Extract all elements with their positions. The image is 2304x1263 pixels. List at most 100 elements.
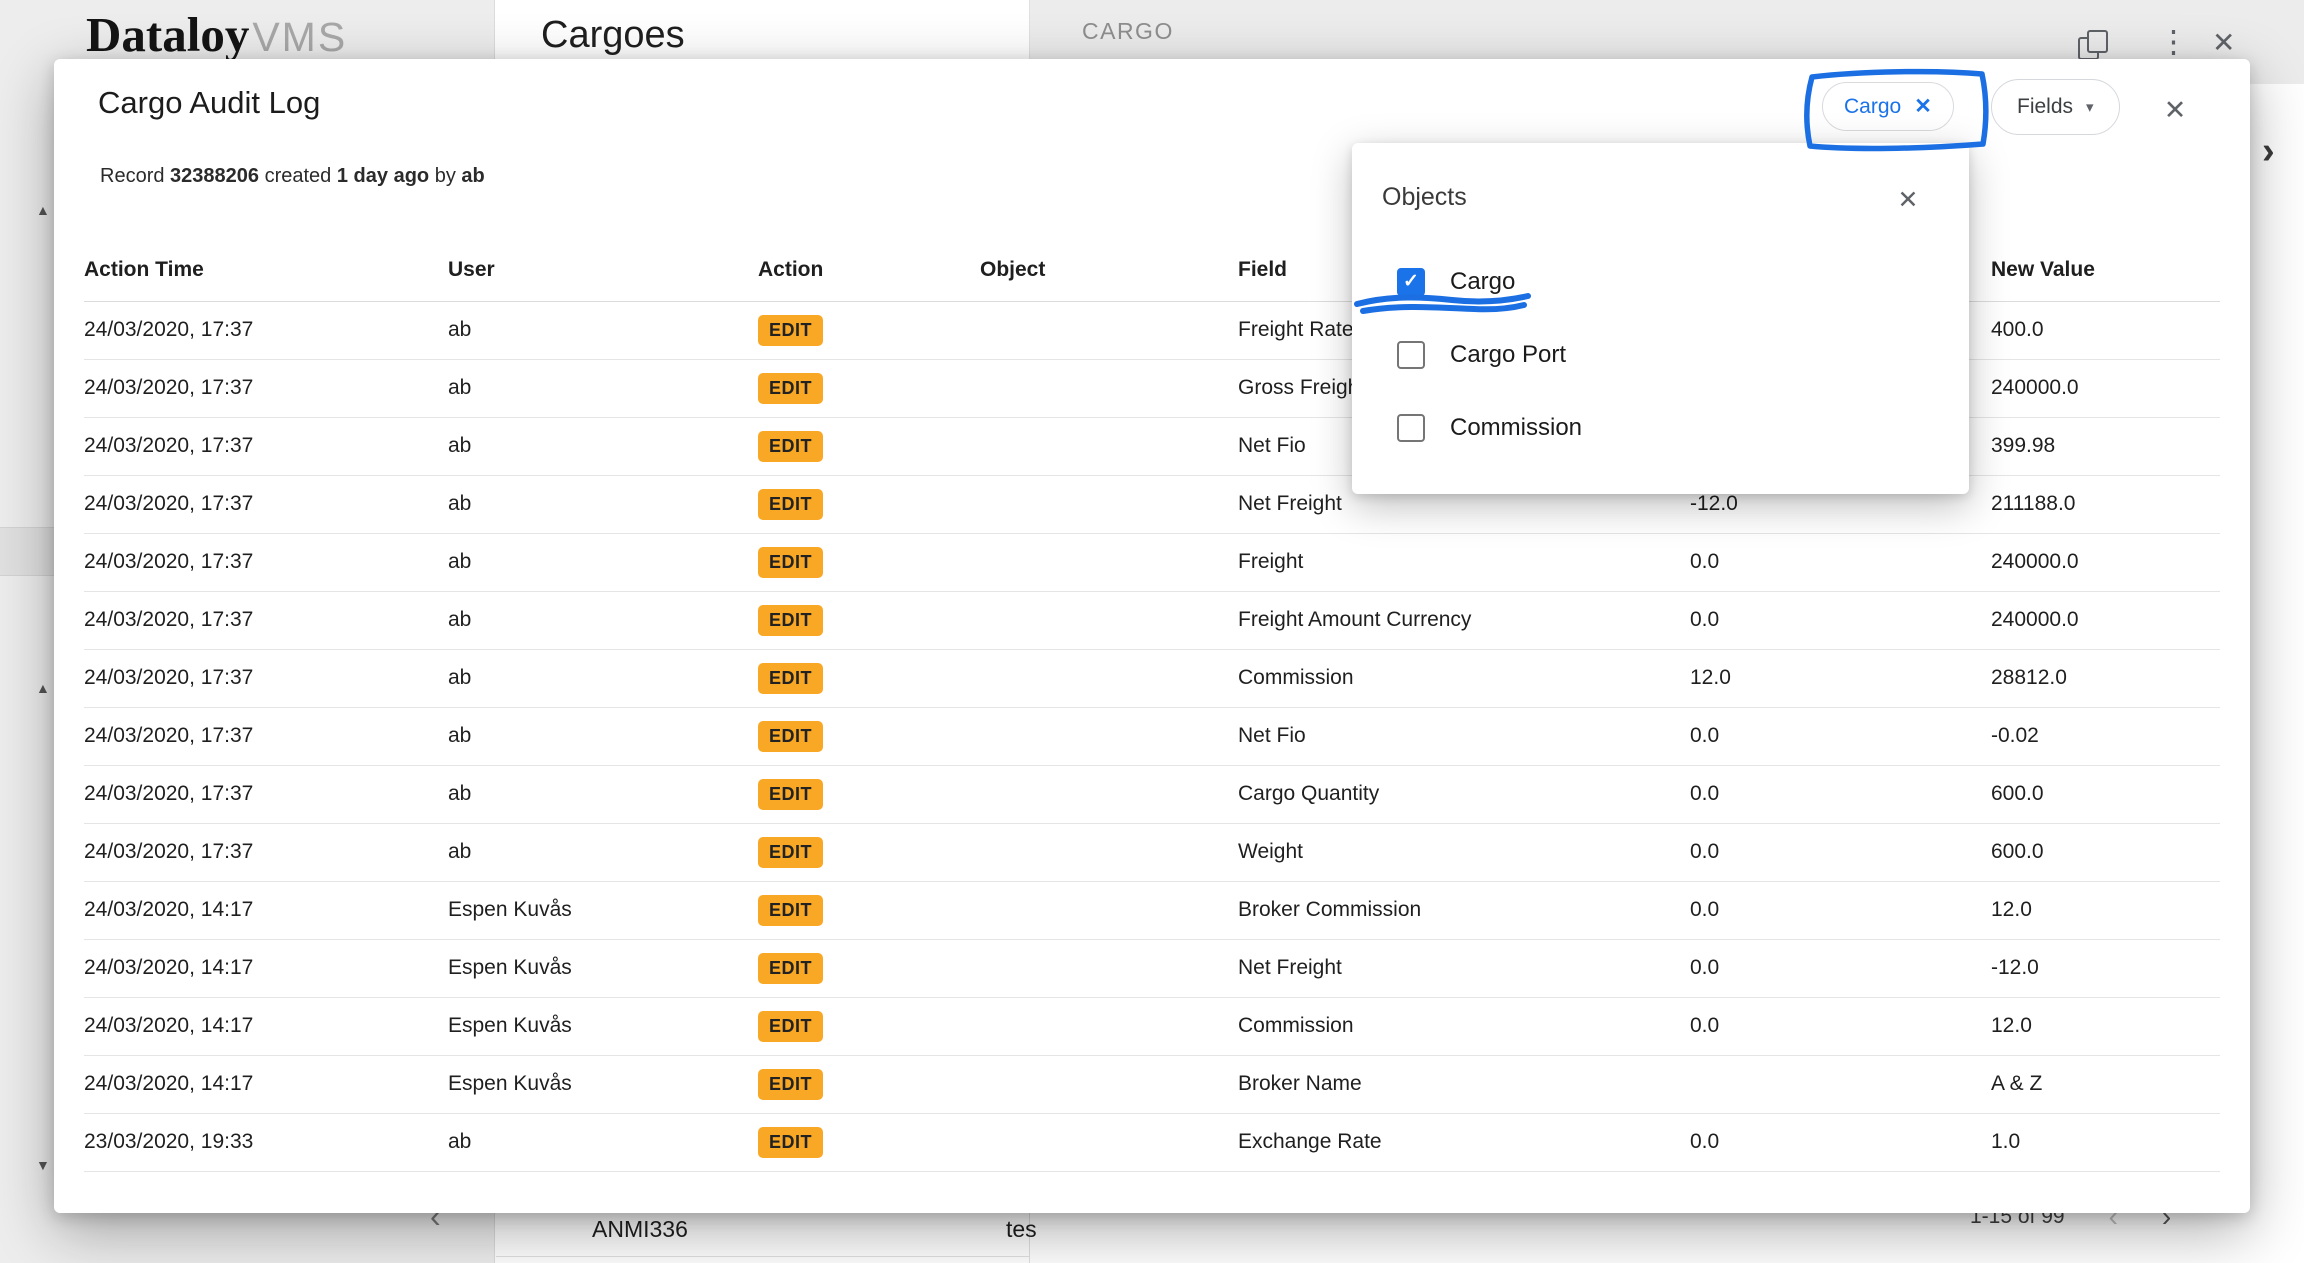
cell-user: Espen Kuvås: [448, 881, 758, 939]
logo-suffix: VMS: [252, 14, 347, 60]
cell-old-value: 0.0: [1690, 997, 1991, 1055]
dialog-title: Cargo Audit Log: [98, 85, 320, 121]
chip-remove-icon[interactable]: ✕: [1914, 94, 1932, 119]
cell-action-time: 24/03/2020, 14:17: [84, 881, 448, 939]
cell-user: Espen Kuvås: [448, 1055, 758, 1113]
cell-action: EDIT: [758, 1113, 980, 1171]
cell-action-time: 24/03/2020, 14:17: [84, 939, 448, 997]
cell-field: Broker Name: [1238, 1055, 1690, 1113]
copy-icon[interactable]: [2078, 30, 2110, 62]
objects-popup-items: ✓ Cargo Cargo Port Commission: [1352, 245, 1969, 464]
cell-action-time: 24/03/2020, 17:37: [84, 649, 448, 707]
objects-popup-item-label: Cargo: [1450, 268, 1515, 296]
table-row: 24/03/2020, 17:37abEDITCommission12.0288…: [84, 649, 2220, 707]
cell-action: EDIT: [758, 417, 980, 475]
cell-object: [980, 997, 1238, 1055]
background-table-cell: tes: [1006, 1216, 1037, 1243]
record-id: 32388206: [170, 165, 259, 187]
edit-badge: EDIT: [758, 721, 823, 752]
cell-field: Exchange Rate: [1238, 1113, 1690, 1171]
table-row: 24/03/2020, 17:37abEDITNet Fio0.0-0.02: [84, 707, 2220, 765]
cell-new-value: A & Z: [1991, 1055, 2220, 1113]
chevron-down-icon: ▾: [2086, 98, 2094, 116]
cell-action-time: 24/03/2020, 17:37: [84, 301, 448, 359]
edit-badge: EDIT: [758, 431, 823, 462]
cell-action: EDIT: [758, 475, 980, 533]
cell-new-value: 240000.0: [1991, 533, 2220, 591]
cell-field: Freight: [1238, 533, 1690, 591]
cell-action-time: 24/03/2020, 17:37: [84, 417, 448, 475]
cell-object: [980, 765, 1238, 823]
checkbox-checked-icon[interactable]: ✓: [1397, 268, 1425, 296]
scroll-up-icon[interactable]: ▲: [36, 680, 50, 696]
cell-action: EDIT: [758, 1055, 980, 1113]
cell-old-value: 0.0: [1690, 823, 1991, 881]
cell-action: EDIT: [758, 939, 980, 997]
cell-object: [980, 1113, 1238, 1171]
fields-dropdown-button[interactable]: Fields ▾: [1991, 79, 2120, 135]
cell-object: [980, 301, 1238, 359]
edit-badge: EDIT: [758, 663, 823, 694]
cell-old-value: 12.0: [1690, 649, 1991, 707]
column-header-new-value: New Value: [1991, 240, 2220, 301]
cell-field: Freight Amount Currency: [1238, 591, 1690, 649]
cell-field: Net Freight: [1238, 939, 1690, 997]
cell-new-value: 240000.0: [1991, 359, 2220, 417]
dataloy-logo: DataloyVMS: [86, 6, 347, 63]
edit-badge: EDIT: [758, 837, 823, 868]
cell-action-time: 24/03/2020, 17:37: [84, 707, 448, 765]
objects-popup-item[interactable]: Commission: [1352, 391, 1969, 464]
objects-popup-item[interactable]: Cargo Port: [1352, 318, 1969, 391]
table-row: 24/03/2020, 14:17Espen KuvåsEDITCommissi…: [84, 997, 2220, 1055]
edit-badge: EDIT: [758, 779, 823, 810]
chip-label: Cargo: [1844, 95, 1901, 119]
cell-user: ab: [448, 359, 758, 417]
objects-popup-item[interactable]: ✓ Cargo: [1352, 245, 1969, 318]
checkbox-unchecked-icon[interactable]: [1397, 414, 1425, 442]
cell-user: ab: [448, 301, 758, 359]
panel-title-cargo: CARGO: [1082, 18, 1174, 45]
edit-badge: EDIT: [758, 1127, 823, 1158]
cell-action: EDIT: [758, 301, 980, 359]
cell-old-value: 0.0: [1690, 939, 1991, 997]
cell-object: [980, 591, 1238, 649]
objects-popup-title: Objects: [1382, 183, 1467, 212]
popup-close-icon[interactable]: ✕: [1887, 179, 1929, 221]
cell-old-value: [1690, 1055, 1991, 1113]
cell-new-value: 399.98: [1991, 417, 2220, 475]
cell-field: Commission: [1238, 997, 1690, 1055]
cell-user: Espen Kuvås: [448, 939, 758, 997]
cell-field: Weight: [1238, 823, 1690, 881]
cell-object: [980, 1055, 1238, 1113]
background-table-cell-cargo-code: ANMI336: [592, 1216, 688, 1243]
cell-object: [980, 707, 1238, 765]
column-header-action: Action: [758, 240, 980, 301]
edit-badge: EDIT: [758, 489, 823, 520]
fields-button-label: Fields: [2017, 95, 2073, 119]
cell-field: Cargo Quantity: [1238, 765, 1690, 823]
cell-action: EDIT: [758, 591, 980, 649]
cell-user: ab: [448, 475, 758, 533]
page-title-cargoes: Cargoes: [541, 14, 685, 57]
cell-action: EDIT: [758, 881, 980, 939]
background-row-divider: [496, 1256, 1029, 1257]
cell-new-value: -12.0: [1991, 939, 2220, 997]
cell-new-value: 12.0: [1991, 997, 2220, 1055]
filter-chip-cargo[interactable]: Cargo ✕: [1822, 82, 1954, 131]
kebab-menu-icon[interactable]: ⋮: [2158, 24, 2189, 60]
table-row: 24/03/2020, 14:17Espen KuvåsEDIT Net Frei…: [84, 939, 2220, 997]
checkbox-unchecked-icon[interactable]: [1397, 341, 1425, 369]
table-row: 23/03/2020, 19:33abEDITExchange Rate0.01…: [84, 1113, 2220, 1171]
cell-field: Net Fio: [1238, 707, 1690, 765]
cell-new-value: -0.02: [1991, 707, 2220, 765]
scroll-down-icon[interactable]: ▼: [36, 1157, 50, 1173]
dialog-close-icon[interactable]: ✕: [2152, 87, 2198, 133]
panel-expand-chevron-icon[interactable]: ›: [2262, 130, 2275, 173]
cell-new-value: 1.0: [1991, 1113, 2220, 1171]
record-created-label: created: [265, 165, 332, 187]
record-label: Record: [100, 165, 164, 187]
scroll-up-icon[interactable]: ▲: [36, 202, 50, 218]
column-header-user: User: [448, 240, 758, 301]
objects-popup-item-label: Commission: [1450, 414, 1582, 442]
panel-close-icon[interactable]: ✕: [2212, 26, 2235, 59]
